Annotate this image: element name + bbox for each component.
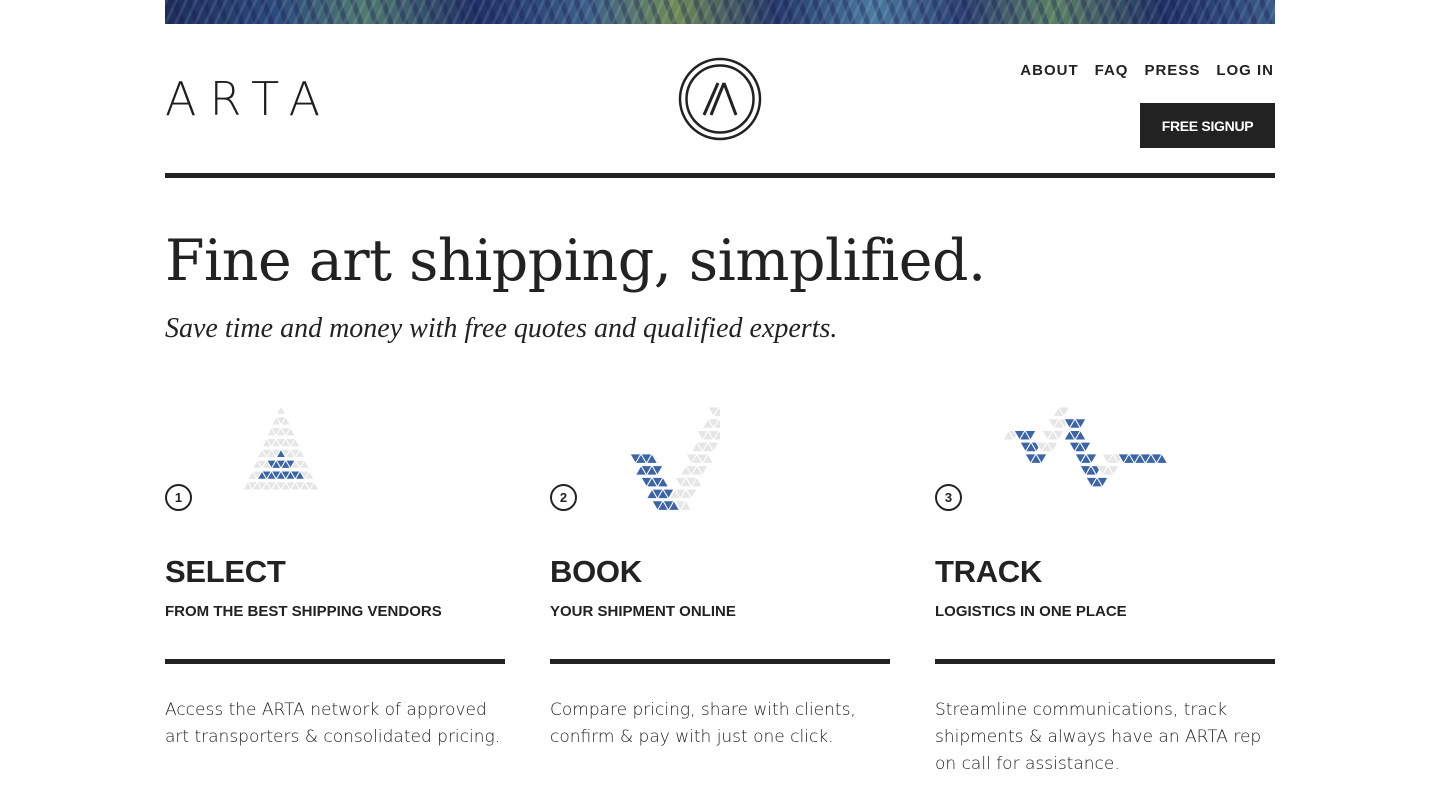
step-description: Access the ARTA network of approved art … [165,700,501,747]
step-divider [935,659,1275,664]
step-number-badge: 2 [550,484,577,511]
pulse-mosaic-icon [1003,406,1169,488]
step-title: TRACK [935,554,1042,589]
step-divider [550,659,890,664]
header-divider [165,173,1275,178]
hero-subtitle: Save time and money with free quotes and… [165,313,838,344]
step-description: Compare pricing, share with clients, con… [550,700,856,747]
step-number-badge: 3 [935,484,962,511]
painting-banner [165,0,1275,24]
step-description: Streamline communications, track shipmen… [935,700,1262,774]
triangle-mosaic-icon [243,405,319,492]
nav-press-link[interactable]: PRESS [1144,60,1200,82]
arta-emblem-icon[interactable] [678,57,762,141]
nav-login-link[interactable]: LOG IN [1216,60,1274,82]
nav-faq-link[interactable]: FAQ [1095,60,1129,82]
step-subtitle: LOGISTICS IN ONE PLACE [935,603,1127,620]
step-book: 2 BOOK YOUR SHIPMENT ONLINE Compare pric… [550,405,890,799]
step-select: 1 SELECT FROM THE BEST SHIPPING VENDORS … [165,405,505,799]
free-signup-button[interactable]: FREE SIGNUP [1140,103,1275,148]
hero-title: Fine art shipping, simplified. [165,228,986,294]
mosaic-tile [275,405,287,415]
step-title: BOOK [550,554,642,589]
checkmark-mosaic-icon [629,406,720,512]
step-title: SELECT [165,554,286,589]
arta-logo[interactable]: ARTA [165,73,333,125]
step-track: 3 TRACK LOGISTICS IN ONE PLACE Streamlin… [935,405,1275,799]
nav-about-link[interactable]: ABOUT [1020,60,1078,82]
step-subtitle: YOUR SHIPMENT ONLINE [550,603,736,620]
step-number-badge: 1 [165,484,192,511]
top-nav: ABOUT FAQ PRESS LOG IN [1020,60,1274,82]
step-divider [165,659,505,664]
step-subtitle: FROM THE BEST SHIPPING VENDORS [165,603,442,620]
